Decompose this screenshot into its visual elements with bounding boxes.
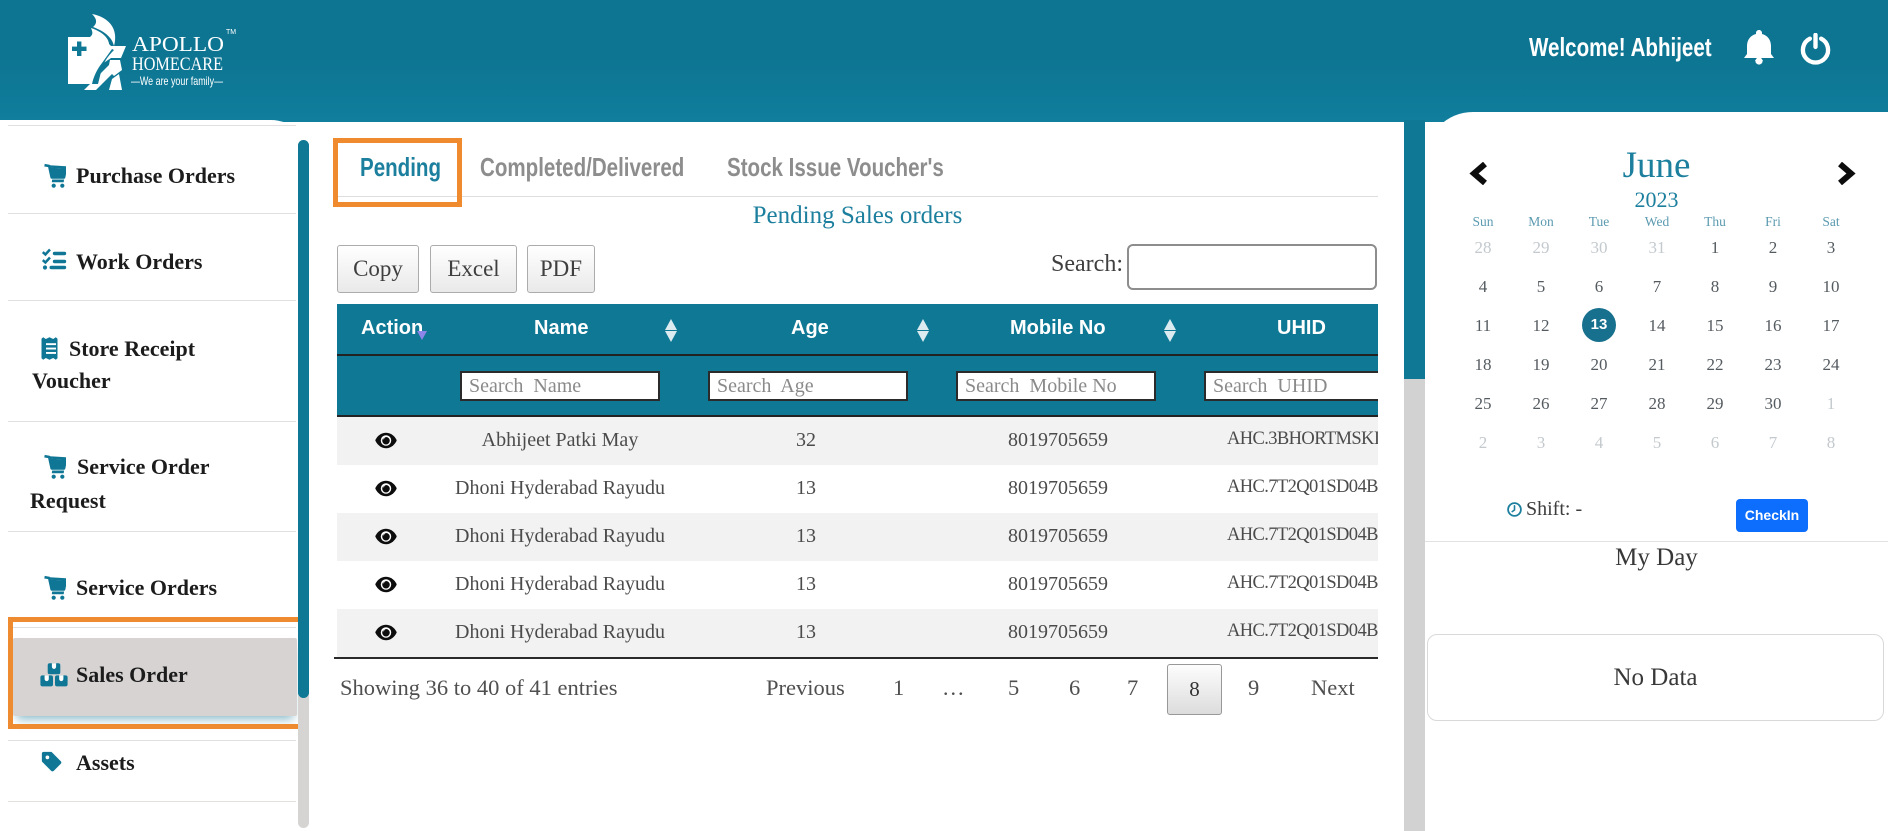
svg-text:APOLLO: APOLLO bbox=[132, 32, 224, 56]
svg-text:—We are your family—: —We are your family— bbox=[131, 74, 223, 88]
svg-text:TM: TM bbox=[226, 29, 236, 36]
svg-text:HOMECARE: HOMECARE bbox=[132, 55, 223, 75]
